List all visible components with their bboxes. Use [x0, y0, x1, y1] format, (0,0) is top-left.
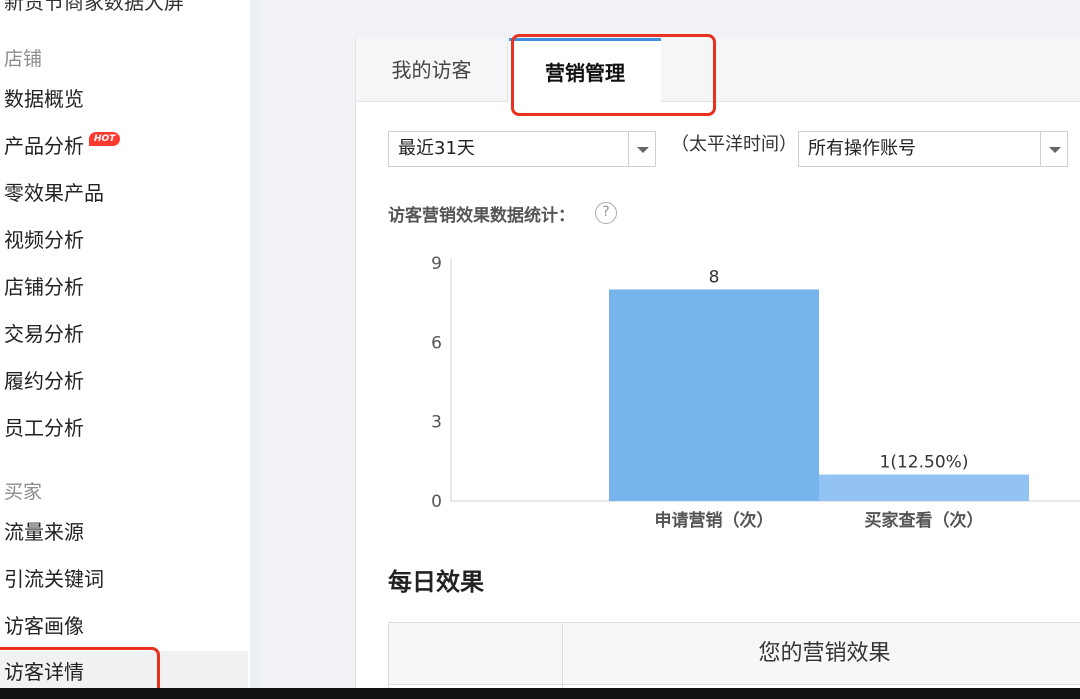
data-label: 8	[709, 267, 720, 287]
sidebar-divider	[250, 0, 260, 699]
sidebar-item-video-analysis[interactable]: 视频分析	[0, 219, 248, 261]
sidebar-item-label: 访客画像	[4, 614, 84, 638]
daily-effect-title: 每日效果	[388, 568, 484, 596]
sidebar-item-trade-analysis[interactable]: 交易分析	[0, 313, 248, 355]
table-header-label: 您的营销效果	[758, 641, 891, 666]
date-range-value: 最近31天	[398, 138, 475, 159]
sidebar-item-label: 流量来源	[4, 520, 84, 544]
sidebar-section-buyer: 买家	[4, 481, 43, 503]
sidebar-item-product-analysis[interactable]: 产品分析 HOT	[0, 125, 248, 167]
sidebar: 新贸节商家数据大屏 店铺 数据概览 产品分析 HOT 零效果产品 视频分析 店铺分…	[0, 0, 250, 699]
sidebar-item-label: 履约分析	[4, 369, 84, 393]
date-range-select[interactable]: 最近31天	[388, 131, 656, 167]
help-icon[interactable]: ?	[595, 202, 617, 224]
sidebar-item-visitor-profile[interactable]: 访客画像	[0, 605, 248, 647]
bottom-bar	[0, 688, 1080, 699]
sidebar-item-visitor-details[interactable]: 访客详情	[0, 651, 248, 693]
sidebar-item-label: 交易分析	[4, 322, 84, 346]
sidebar-item-label: 产品分析	[4, 134, 84, 158]
hot-badge: HOT	[89, 132, 121, 146]
sidebar-item-label: 店铺分析	[4, 275, 84, 299]
sidebar-item-label: 数据概览	[4, 87, 84, 111]
account-value: 所有操作账号	[808, 138, 916, 159]
y-tick-label: 9	[431, 254, 442, 274]
bar-2	[819, 474, 1029, 501]
x-category-label: 买家查看（次）	[865, 510, 984, 531]
tab-bar: 我的访客 营销管理	[356, 38, 1080, 103]
y-tick-label: 6	[431, 333, 442, 353]
data-label: 1(12.50%)	[880, 453, 969, 473]
table-header-marketing-effect: 您的营销效果	[563, 623, 1080, 685]
chevron-down-icon	[628, 132, 655, 166]
sidebar-item-dashboard-cut[interactable]: 新贸节商家数据大屏	[4, 0, 184, 15]
chevron-down-icon	[1040, 132, 1067, 166]
sidebar-item-label: 访客详情	[4, 660, 84, 684]
sidebar-item-traffic-source[interactable]: 流量来源	[0, 511, 248, 553]
timezone-label: （太平洋时间）	[671, 134, 797, 155]
sidebar-item-label: 员工分析	[4, 416, 84, 440]
y-tick-label: 0	[431, 492, 442, 512]
tab-my-visitors[interactable]: 我的访客	[356, 38, 508, 102]
main-panel: 我的访客 营销管理 最近31天 （太平洋时间） 所有操作账号 访客营销效果数据统…	[355, 38, 1080, 699]
sidebar-item-label: 引流关键词	[4, 567, 104, 591]
stats-title: 访客营销效果数据统计：	[388, 206, 575, 226]
sidebar-item-fulfillment-analysis[interactable]: 履约分析	[0, 360, 248, 402]
bar-1	[609, 289, 819, 501]
marketing-bar-chart: 03698申请营销（次）1(12.50%)买家查看（次）站	[431, 254, 1080, 531]
app-window: 新贸节商家数据大屏 店铺 数据概览 产品分析 HOT 零效果产品 视频分析 店铺分…	[0, 0, 1080, 699]
tab-marketing-management[interactable]: 营销管理	[509, 38, 661, 103]
account-select[interactable]: 所有操作账号	[798, 131, 1068, 167]
sidebar-item-shop-analysis[interactable]: 店铺分析	[0, 266, 248, 308]
sidebar-item-staff-analysis[interactable]: 员工分析	[0, 407, 248, 449]
sidebar-item-zero-effect-products[interactable]: 零效果产品	[0, 172, 248, 214]
sidebar-item-keywords[interactable]: 引流关键词	[0, 558, 248, 600]
sidebar-section-shop: 店铺	[4, 48, 43, 70]
sidebar-item-label: 视频分析	[4, 228, 84, 252]
sidebar-item-data-overview[interactable]: 数据概览	[0, 78, 248, 120]
y-tick-label: 3	[431, 413, 442, 433]
sidebar-item-label: 零效果产品	[4, 181, 104, 205]
x-category-label: 申请营销（次）	[655, 510, 774, 531]
